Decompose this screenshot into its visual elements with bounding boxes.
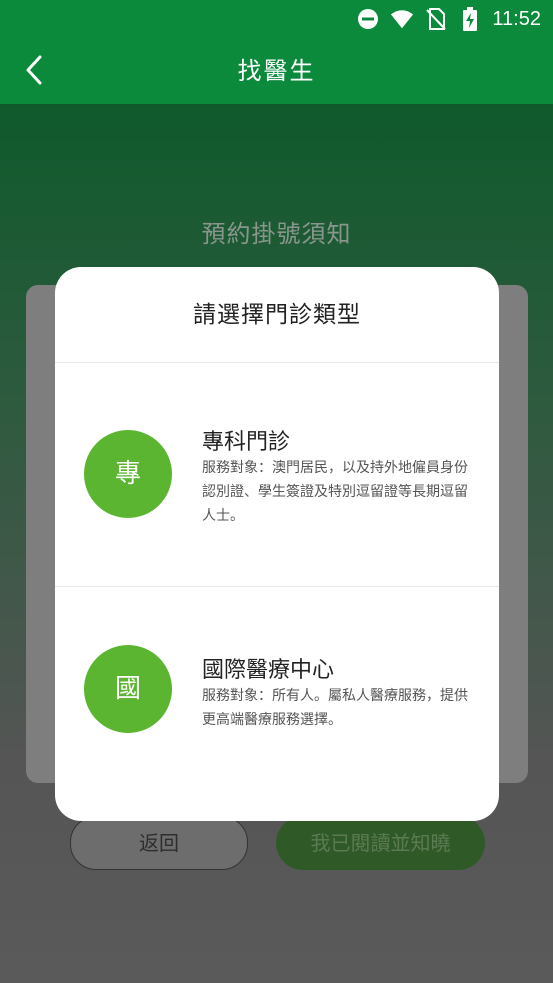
international-badge-icon: 國 <box>84 645 172 733</box>
app-bar: 找醫生 <box>0 38 553 104</box>
option-description: 服務對象：所有人。屬私人醫療服務，提供更高端醫療服務選擇。 <box>202 688 468 728</box>
dialog-title: 請選擇門診類型 <box>193 302 361 328</box>
status-icons: 11:52 <box>356 6 541 32</box>
status-bar: 11:52 <box>0 0 553 38</box>
option-description: 服務對象：澳門居民，以及持外地僱員身份認別證、學生簽證及特別逗留證等長期逗留人士… <box>202 460 468 524</box>
status-time: 11:52 <box>492 7 541 30</box>
option-specialist-clinic[interactable]: 專 專科門診 服務對象：澳門居民，以及持外地僱員身份認別證、學生簽證及特別逗留證… <box>55 363 499 586</box>
option-title: 專科門診 <box>202 430 291 455</box>
page-title: 找醫生 <box>237 57 316 85</box>
option-title: 國際醫療中心 <box>202 658 335 683</box>
acknowledge-button[interactable]: 我已閱讀並知曉 <box>276 816 485 870</box>
no-sim-icon <box>424 7 448 31</box>
option-international-medical-center[interactable]: 國 國際醫療中心 服務對象：所有人。屬私人醫療服務，提供更高端醫療服務選擇。 <box>55 587 499 821</box>
notice-title: 預約掛號須知 <box>201 220 352 248</box>
return-button[interactable]: 返回 <box>70 816 248 870</box>
clinic-type-dialog: 請選擇門診類型 專 專科門診 服務對象：澳門居民，以及持外地僱員身份認別證、學生… <box>55 267 499 821</box>
wifi-icon <box>390 7 414 31</box>
battery-charging-icon <box>458 7 482 31</box>
do-not-disturb-icon <box>356 7 380 31</box>
specialist-badge-icon: 專 <box>84 430 172 518</box>
